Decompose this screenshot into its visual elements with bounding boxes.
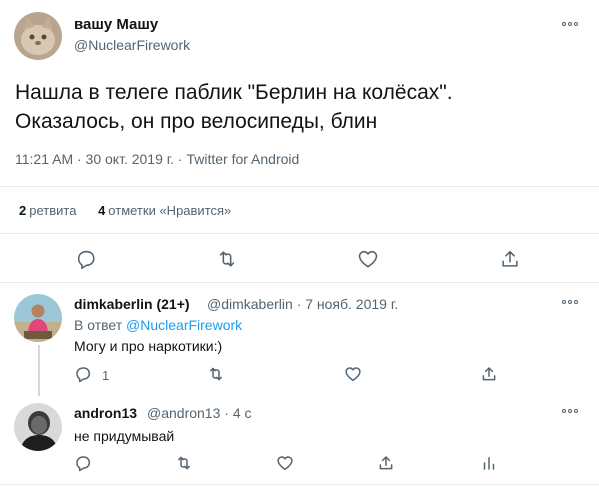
divider [0,186,599,187]
reply-handle-date[interactable]: @dimkaberlin · 7 нояб. 2019 г. [207,296,398,312]
retweet-icon[interactable] [216,248,238,270]
heart-icon[interactable] [276,454,294,472]
retweet-icon[interactable] [175,454,193,472]
thread-line [38,345,40,396]
tweet-stats: 2 ретвита 4 отметки «Нравится» [19,203,231,218]
reply-display-name[interactable]: dimkaberlin (21+) [74,296,190,312]
reply-to-link[interactable]: @NuclearFirework [126,317,242,333]
divider [0,484,599,485]
main-display-name[interactable]: вашу Машу [74,16,158,33]
retweet-icon[interactable] [207,365,225,383]
more-icon[interactable] [560,19,580,29]
reply-to-line: В ответ @NuclearFirework [74,317,242,333]
reply-avatar[interactable] [14,403,62,451]
reply-display-name[interactable]: andron13 [74,405,137,421]
divider [0,233,599,234]
reply-icon[interactable] [75,248,97,270]
main-tweet-text-line2: Оказалось, он про велосипеды, блин [15,110,378,133]
heart-icon[interactable] [344,365,362,383]
reply-text: Могу и про наркотики:) [74,338,223,354]
divider [0,282,599,283]
reply-icon[interactable] [74,365,92,383]
share-icon[interactable] [499,248,521,270]
main-tweet-text-line1: Нашла в телеге паблик "Берлин на колёсах… [15,81,453,104]
reply-to-prefix: В ответ [74,317,123,333]
main-tweet-text: Нашла в телеге паблик "Берлин на колёсах… [15,78,585,136]
likes-stat[interactable]: 4 отметки «Нравится» [98,203,231,218]
share-icon[interactable] [480,365,498,383]
reply-avatar[interactable] [14,294,62,342]
retweets-stat[interactable]: 2 ретвита [19,203,76,218]
more-icon[interactable] [560,297,580,307]
tweet-timestamp[interactable]: 11:21 AM · 30 окт. 2019 г. · Twitter for… [15,151,299,167]
share-icon[interactable] [377,454,395,472]
main-handle[interactable]: @NuclearFirework [74,37,190,53]
reply-text: не придумывай [74,428,175,444]
reply-handle-date[interactable]: @andron13 · 4 с [147,405,252,421]
reply-icon[interactable] [74,454,92,472]
analytics-icon[interactable] [480,454,498,472]
main-avatar[interactable] [14,12,62,60]
heart-icon[interactable] [357,248,379,270]
reply-count: 1 [102,368,110,383]
more-icon[interactable] [560,406,580,416]
